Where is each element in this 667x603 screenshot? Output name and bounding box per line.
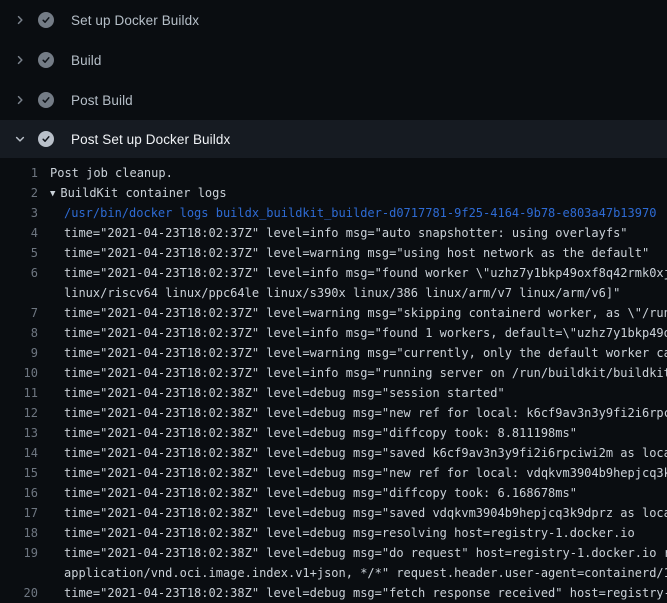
line-number[interactable]: 8 — [0, 323, 38, 343]
log-row: 13time="2021-04-23T18:02:38Z" level=debu… — [0, 423, 667, 443]
log-row: 1Post job cleanup. — [0, 163, 667, 183]
step-row[interactable]: Post Set up Docker Buildx — [0, 120, 667, 158]
log-row: 9time="2021-04-23T18:02:37Z" level=warni… — [0, 343, 667, 363]
log-row: 19time="2021-04-23T18:02:38Z" level=debu… — [0, 543, 667, 563]
log-lines: 1Post job cleanup.2▼BuildKit container l… — [0, 160, 667, 603]
step-row[interactable]: Post Build — [0, 80, 667, 120]
step-label: Set up Docker Buildx — [71, 13, 199, 28]
log-row: 6time="2021-04-23T18:02:37Z" level=info … — [0, 263, 667, 283]
log-row: 7time="2021-04-23T18:02:37Z" level=warni… — [0, 303, 667, 323]
log-text: time="2021-04-23T18:02:38Z" level=debug … — [38, 503, 667, 523]
line-number[interactable]: 16 — [0, 483, 38, 503]
line-number[interactable]: 10 — [0, 363, 38, 383]
log-text: time="2021-04-23T18:02:38Z" level=debug … — [38, 383, 505, 403]
log-row: 4time="2021-04-23T18:02:37Z" level=info … — [0, 223, 667, 243]
log-row: 18time="2021-04-23T18:02:38Z" level=debu… — [0, 523, 667, 543]
line-number[interactable]: 18 — [0, 523, 38, 543]
log-text: application/vnd.oci.image.index.v1+json,… — [38, 563, 667, 583]
line-number[interactable]: 3 — [0, 203, 38, 223]
log-row: 11time="2021-04-23T18:02:38Z" level=debu… — [0, 383, 667, 403]
check-circle-icon — [38, 12, 54, 28]
step-label: Post Set up Docker Buildx — [71, 132, 230, 147]
log-row: 8time="2021-04-23T18:02:37Z" level=info … — [0, 323, 667, 343]
log-text: time="2021-04-23T18:02:38Z" level=debug … — [38, 543, 667, 563]
log-row: 17time="2021-04-23T18:02:38Z" level=debu… — [0, 503, 667, 523]
log-text: Post job cleanup. — [38, 163, 173, 183]
line-number[interactable]: 4 — [0, 223, 38, 243]
line-number[interactable]: 9 — [0, 343, 38, 363]
log-text: time="2021-04-23T18:02:37Z" level=warnin… — [38, 303, 667, 323]
log-row: 3/usr/bin/docker logs buildx_buildkit_bu… — [0, 203, 667, 223]
line-number[interactable]: 13 — [0, 423, 38, 443]
log-row: 5time="2021-04-23T18:02:37Z" level=warni… — [0, 243, 667, 263]
log-command-text: /usr/bin/docker logs buildx_buildkit_bui… — [38, 203, 656, 223]
line-number[interactable]: 12 — [0, 403, 38, 423]
log-text: time="2021-04-23T18:02:38Z" level=debug … — [38, 523, 635, 543]
log-row: linux/riscv64 linux/ppc64le linux/s390x … — [0, 283, 667, 303]
check-circle-icon — [38, 52, 54, 68]
step-row[interactable]: Build — [0, 40, 667, 80]
line-number[interactable]: 20 — [0, 583, 38, 603]
step-label: Build — [71, 53, 102, 68]
log-text[interactable]: ▼BuildKit container logs — [38, 183, 227, 203]
log-text: time="2021-04-23T18:02:37Z" level=info m… — [38, 263, 667, 283]
check-circle-icon — [38, 131, 54, 147]
line-number — [0, 283, 38, 303]
log-text: time="2021-04-23T18:02:38Z" level=debug … — [38, 463, 667, 483]
log-text: time="2021-04-23T18:02:38Z" level=debug … — [38, 483, 577, 503]
step-list: Set up Docker Buildx Build Post Build Post … — [0, 0, 667, 158]
line-number[interactable]: 2 — [0, 183, 38, 203]
line-number[interactable]: 5 — [0, 243, 38, 263]
triangle-down-icon[interactable]: ▼ — [50, 184, 55, 203]
log-row: 14time="2021-04-23T18:02:38Z" level=debu… — [0, 443, 667, 463]
log-group-row: 2▼BuildKit container logs — [0, 183, 667, 203]
log-row: 15time="2021-04-23T18:02:38Z" level=debu… — [0, 463, 667, 483]
log-row: 16time="2021-04-23T18:02:38Z" level=debu… — [0, 483, 667, 503]
step-label: Post Build — [71, 93, 133, 108]
line-number — [0, 563, 38, 583]
log-text: time="2021-04-23T18:02:37Z" level=info m… — [38, 363, 667, 383]
chevron-right-icon — [12, 92, 28, 108]
line-number[interactable]: 1 — [0, 163, 38, 183]
step-row[interactable]: Set up Docker Buildx — [0, 0, 667, 40]
check-circle-icon — [38, 92, 54, 108]
log-row: application/vnd.oci.image.index.v1+json,… — [0, 563, 667, 583]
log-text: time="2021-04-23T18:02:38Z" level=debug … — [38, 403, 667, 423]
line-number[interactable]: 7 — [0, 303, 38, 323]
line-number[interactable]: 17 — [0, 503, 38, 523]
log-row: 12time="2021-04-23T18:02:38Z" level=debu… — [0, 403, 667, 423]
line-number[interactable]: 19 — [0, 543, 38, 563]
log-row: 10time="2021-04-23T18:02:37Z" level=info… — [0, 363, 667, 383]
log-text: time="2021-04-23T18:02:37Z" level=info m… — [38, 323, 667, 343]
line-number[interactable]: 15 — [0, 463, 38, 483]
log-text: time="2021-04-23T18:02:37Z" level=warnin… — [38, 243, 649, 263]
log-text: time="2021-04-23T18:02:38Z" level=debug … — [38, 423, 577, 443]
line-number[interactable]: 6 — [0, 263, 38, 283]
log-row: 20time="2021-04-23T18:02:38Z" level=debu… — [0, 583, 667, 603]
line-number[interactable]: 14 — [0, 443, 38, 463]
line-number[interactable]: 11 — [0, 383, 38, 403]
log-text: time="2021-04-23T18:02:38Z" level=debug … — [38, 583, 667, 603]
log-text: linux/riscv64 linux/ppc64le linux/s390x … — [38, 283, 620, 303]
chevron-right-icon — [12, 52, 28, 68]
chevron-right-icon — [12, 12, 28, 28]
log-text: time="2021-04-23T18:02:37Z" level=info m… — [38, 223, 628, 243]
chevron-down-icon — [12, 131, 28, 147]
log-text: time="2021-04-23T18:02:37Z" level=warnin… — [38, 343, 667, 363]
log-text: time="2021-04-23T18:02:38Z" level=debug … — [38, 443, 667, 463]
